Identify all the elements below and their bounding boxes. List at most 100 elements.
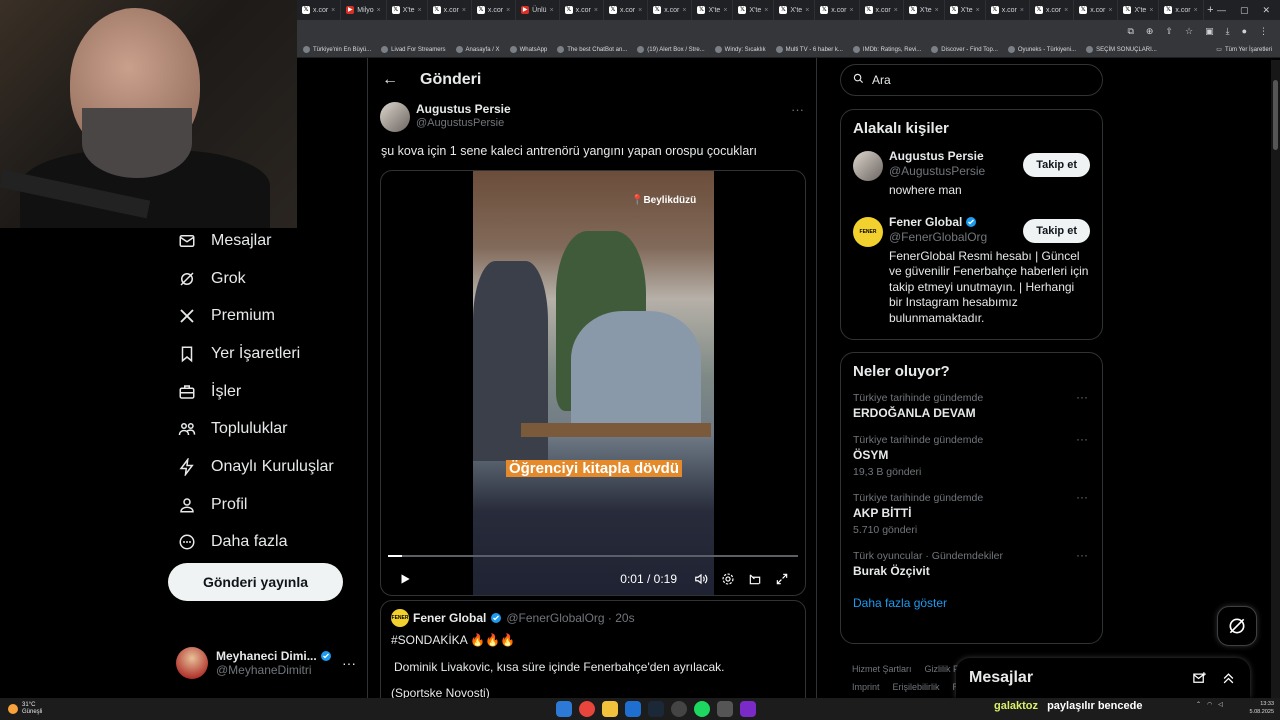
tab-close-icon[interactable]: ×	[1064, 7, 1068, 14]
trend-item[interactable]: Türkiye tarihinde gündemde ÖSYM 19,3 B gön…	[841, 428, 1102, 486]
browser-tab[interactable]: 𝕏x.cor ×	[1159, 0, 1204, 20]
post-button[interactable]: Gönderi yayınla	[168, 563, 343, 601]
windows-start-icon[interactable]	[556, 701, 572, 717]
tab-close-icon[interactable]: ×	[682, 7, 686, 14]
sidebar-item-person[interactable]: Profil	[168, 486, 358, 524]
browser-tab[interactable]: 𝕏x.cor ×	[648, 0, 693, 20]
browser-tab[interactable]: 𝕏x.cor ×	[604, 0, 649, 20]
trend-item[interactable]: Türkiye tarihinde gündemde AKP BİTTİ 5.710…	[841, 486, 1102, 544]
file-explorer-icon[interactable]	[602, 701, 618, 717]
tab-close-icon[interactable]: ×	[1194, 7, 1198, 14]
video-player[interactable]: 📍Beylikdüzü Öğrenciyi kitapla dövdü 0:01…	[380, 170, 806, 596]
download-icon[interactable]: ⤓	[1226, 26, 1230, 37]
quoted-tweet[interactable]: FENER GLOBAL Fener Global @FenerGlobalOr…	[380, 600, 806, 698]
trend-item[interactable]: Türk oyuncular · Gündemdekiler Burak Özçi…	[841, 544, 1102, 586]
browser-tab[interactable]: 𝕏 X'te ×	[774, 0, 816, 20]
volume-tray-icon[interactable]: ◁	[1218, 701, 1223, 708]
tweet-more-icon[interactable]: ···	[791, 102, 804, 117]
app-icon[interactable]	[740, 701, 756, 717]
browser-tab[interactable]: 𝕏 X'te ×	[1118, 0, 1160, 20]
sidebar-item-lightning[interactable]: Onaylı Kuruluşlar	[168, 448, 358, 486]
fullscreen-icon[interactable]	[768, 572, 795, 586]
bookmark-item[interactable]: Multi TV - 6 haber k...	[775, 46, 843, 53]
person-card[interactable]: Augustus Persie @AugustusPersie nowhere …	[841, 143, 1102, 205]
tab-close-icon[interactable]: ×	[594, 7, 598, 14]
account-more-icon[interactable]: ···	[342, 655, 356, 671]
tab-close-icon[interactable]: ×	[723, 7, 727, 14]
page-scrollbar[interactable]	[1271, 60, 1280, 698]
bookmark-item[interactable]: The best ChatBot an...	[557, 46, 627, 53]
minimize-icon[interactable]: —	[1217, 5, 1226, 16]
browser-tab[interactable]: 𝕏x.cor ×	[1030, 0, 1075, 20]
footer-link[interactable]: Imprint	[852, 682, 880, 692]
chrome-icon[interactable]	[579, 701, 595, 717]
tab-close-icon[interactable]: ×	[377, 7, 381, 14]
browser-tab[interactable]: 𝕏 X'te ×	[692, 0, 734, 20]
show-more-link[interactable]: Daha fazla göster	[841, 586, 1102, 622]
browser-tab[interactable]: 𝕏x.cor ×	[1074, 0, 1119, 20]
tab-close-icon[interactable]: ×	[506, 7, 510, 14]
sidebar-item-x-logo[interactable]: Premium	[168, 297, 358, 335]
trend-more-icon[interactable]: ···	[1076, 432, 1088, 446]
trend-more-icon[interactable]: ···	[1076, 490, 1088, 504]
follow-button[interactable]: Takip et	[1023, 153, 1090, 177]
quoted-author-name[interactable]: Fener Global	[413, 611, 486, 625]
browser-tab[interactable]: 𝕏x.cor ×	[860, 0, 904, 20]
star-icon[interactable]: ☆	[1185, 26, 1193, 37]
tab-close-icon[interactable]: ×	[550, 7, 554, 14]
person-card[interactable]: FENER GLOBAL Fener Global @FenerGlobalOr…	[841, 209, 1102, 333]
browser-tab[interactable]: 𝕏x.cor ×	[986, 0, 1030, 20]
taskbar-clock[interactable]: 13:33 5.08.2025	[1246, 700, 1274, 716]
extensions-icon[interactable]: ▣	[1205, 26, 1214, 37]
picture-in-picture-icon[interactable]	[741, 572, 768, 586]
trend-more-icon[interactable]: ···	[1076, 548, 1088, 562]
scrollbar-thumb[interactable]	[1273, 80, 1278, 150]
play-icon[interactable]	[391, 572, 418, 586]
new-tab-button[interactable]: +	[1204, 4, 1217, 16]
sidebar-item-people[interactable]: Topluluklar	[168, 410, 358, 448]
messages-drawer[interactable]: Mesajlar	[956, 658, 1250, 698]
browser-tab[interactable]: 𝕏x.cor ×	[472, 0, 517, 20]
tab-close-icon[interactable]: ×	[1149, 7, 1153, 14]
follow-button[interactable]: Takip et	[1023, 218, 1090, 243]
tray-chevron-icon[interactable]: ⌃	[1196, 701, 1201, 708]
wifi-icon[interactable]: ◠	[1207, 701, 1212, 708]
menu-icon[interactable]: ⋮	[1259, 26, 1268, 37]
weather-widget[interactable]: 31°C Güneşli	[0, 702, 42, 716]
tab-close-icon[interactable]: ×	[1108, 7, 1112, 14]
tab-close-icon[interactable]: ×	[935, 7, 939, 14]
bookmark-item[interactable]: (19) Alert Box / Stre...	[637, 46, 705, 53]
browser-tab[interactable]: 𝕏 X'te ×	[945, 0, 986, 20]
browser-tab[interactable]: 𝕏 X'te ×	[904, 0, 945, 20]
browser-tab[interactable]: 𝕏x.cor ×	[297, 0, 342, 20]
steam-icon[interactable]	[648, 701, 664, 717]
chevron-up-icon[interactable]	[1221, 671, 1236, 686]
tab-close-icon[interactable]: ×	[849, 7, 853, 14]
tab-close-icon[interactable]: ×	[462, 7, 466, 14]
tab-close-icon[interactable]: ×	[976, 7, 980, 14]
browser-tab[interactable]: 𝕏x.cor ×	[560, 0, 604, 20]
bookmark-item[interactable]: Oyuneks - Türkiyeni...	[1007, 46, 1076, 53]
browser-tab[interactable]: 𝕏 X'te ×	[387, 0, 428, 20]
close-icon[interactable]: ✕	[1262, 5, 1270, 16]
tab-close-icon[interactable]: ×	[764, 7, 768, 14]
profile-icon[interactable]: ●	[1242, 26, 1247, 36]
sidebar-item-grok[interactable]: Grok	[168, 260, 358, 298]
edge-icon[interactable]	[625, 701, 641, 717]
zoom-icon[interactable]: ⊕	[1146, 26, 1154, 37]
browser-tab[interactable]: ▶ Ünlü ×	[516, 0, 560, 20]
trend-more-icon[interactable]: ···	[1076, 390, 1088, 404]
trend-item[interactable]: Türkiye tarihinde gündemde ERDOĞANLA DEVA…	[841, 386, 1102, 428]
tab-close-icon[interactable]: ×	[894, 7, 898, 14]
sidebar-item-more-circle[interactable]: Daha fazla	[168, 524, 358, 562]
tab-close-icon[interactable]: ×	[418, 7, 422, 14]
tab-close-icon[interactable]: ×	[1020, 7, 1024, 14]
browser-tab[interactable]: 𝕏x.cor ×	[815, 0, 860, 20]
spotify-icon[interactable]	[694, 701, 710, 717]
grok-float-button[interactable]	[1217, 606, 1257, 646]
footer-link[interactable]: Hizmet Şartları	[852, 664, 912, 674]
volume-icon[interactable]	[687, 572, 714, 586]
bookmark-item[interactable]: Türkiye'nin En Büyü...	[303, 46, 371, 53]
new-message-icon[interactable]	[1192, 671, 1207, 686]
tab-close-icon[interactable]: ×	[638, 7, 642, 14]
